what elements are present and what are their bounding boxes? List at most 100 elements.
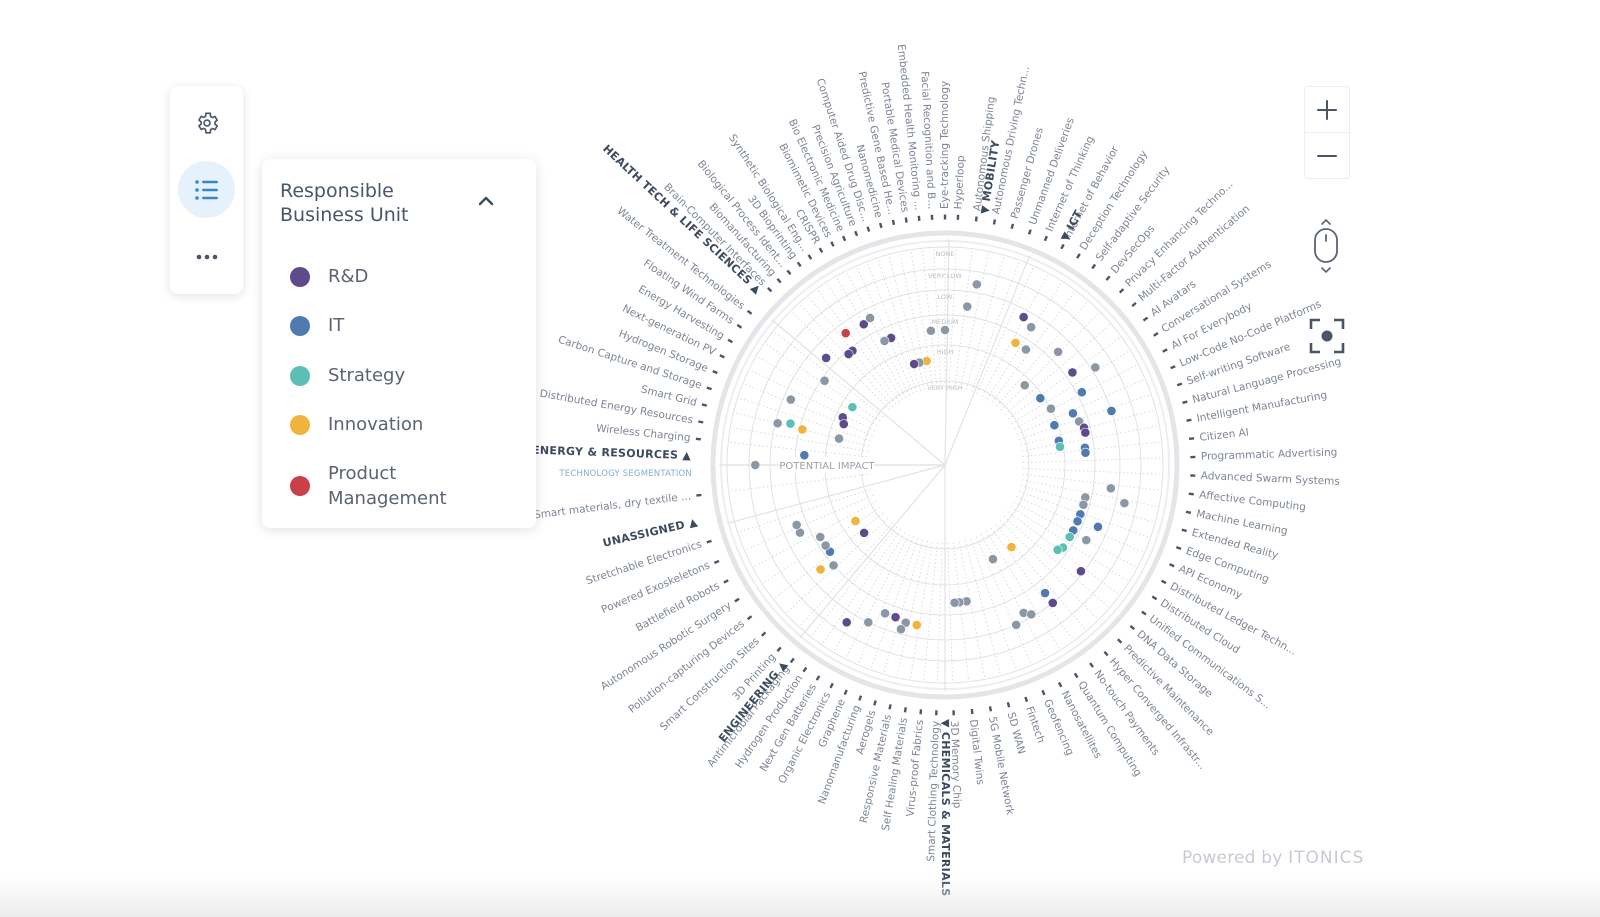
technology-point[interactable] [847,402,858,413]
technology-point[interactable] [821,353,831,363]
technology-point[interactable] [850,516,861,526]
technology-tick [1129,624,1136,631]
technology-point[interactable] [890,612,901,623]
technology-spoke [856,265,914,394]
technology-tick [1188,437,1195,441]
technology-tick [727,338,733,344]
technology-point[interactable] [1018,312,1029,323]
zoom-in-button[interactable] [1305,87,1349,132]
technology-spoke [845,270,910,396]
toolbar [170,86,243,294]
technology-point[interactable] [1049,420,1060,431]
technology-point[interactable] [1020,344,1031,355]
technology-point[interactable] [797,424,808,435]
technology-point[interactable] [1080,427,1091,438]
technology-point[interactable] [1093,521,1103,532]
technology-point[interactable] [843,349,854,359]
technology-point[interactable] [1046,403,1056,414]
technology-point[interactable] [1006,542,1017,552]
technology-point[interactable] [750,460,761,470]
technology-tick [974,216,978,222]
technology-point[interactable] [962,301,973,312]
technology-point[interactable] [772,418,783,429]
technology-point[interactable] [819,375,830,386]
technology-tick [1182,400,1188,405]
technology-point[interactable] [1080,447,1091,458]
technology-point[interactable] [1068,408,1078,419]
legend-swatch [290,266,310,287]
technology-point[interactable] [1067,367,1078,378]
technology-point[interactable] [880,608,890,619]
technology-point[interactable] [1064,532,1075,542]
technology-point[interactable] [1040,588,1050,598]
technology-tick [802,666,808,673]
technology-point[interactable] [896,624,906,635]
technology-point[interactable] [1026,609,1037,620]
technology-tick [1091,263,1097,270]
technology-point[interactable] [815,564,826,575]
technology-point[interactable] [828,560,839,571]
technology-tick [891,219,896,226]
technology-point[interactable] [1047,598,1058,608]
technology-point[interactable] [1076,566,1086,577]
settings-button[interactable] [178,94,235,151]
technology-point[interactable] [879,336,890,346]
zoom-out-button[interactable] [1305,132,1349,178]
recenter-button[interactable] [1309,318,1345,359]
more-button[interactable] [178,228,235,285]
technology-point[interactable] [791,520,802,530]
legend-item[interactable]: R&D [290,264,478,289]
technology-point[interactable] [1053,346,1064,357]
technology-tick [1024,696,1029,703]
technology-point[interactable] [1019,380,1030,391]
legend-item[interactable]: IT [290,313,478,338]
technology-point[interactable] [940,325,950,335]
technology-point[interactable] [1055,441,1065,452]
technology-label: Affective Computing [1199,489,1307,513]
technology-point[interactable] [988,554,998,564]
technology-point[interactable] [815,532,826,542]
technology-tick [736,323,743,329]
technology-tick [866,226,871,232]
technology-point[interactable] [925,325,936,336]
technology-tick [858,695,863,701]
technology-tick [706,539,712,544]
legend-button[interactable] [178,161,235,218]
technology-tick [1169,563,1175,568]
technology-point[interactable] [1090,362,1101,373]
legend-item[interactable]: Innovation [290,412,478,437]
technology-point[interactable] [949,597,960,608]
technology-point[interactable] [1010,337,1021,348]
technology-tick [1162,348,1168,353]
technology-point[interactable] [911,620,922,630]
technology-point[interactable] [820,540,831,551]
technology-point[interactable] [1105,483,1116,494]
legend-item[interactable]: Strategy [290,363,478,388]
technology-point[interactable] [1026,322,1037,333]
technology-point[interactable] [971,279,982,290]
technology-point[interactable] [865,313,875,323]
technology-tick [786,269,792,275]
technology-point[interactable] [863,617,874,628]
collapse-legend-button[interactable] [476,193,496,209]
legend-item[interactable]: Product Management [290,461,478,511]
technology-point[interactable] [1072,516,1083,527]
technology-point[interactable] [909,359,920,369]
technology-tick [873,700,877,706]
technology-point[interactable] [785,394,796,405]
technology-point[interactable] [859,527,870,538]
technology-point[interactable] [1119,498,1130,509]
technology-point[interactable] [1011,619,1022,630]
technology-point[interactable] [799,450,810,461]
technology-point[interactable] [1076,387,1087,398]
technology-point[interactable] [1081,535,1092,546]
technology-point[interactable] [841,617,852,628]
technology-point[interactable] [840,328,851,339]
technology-point[interactable] [834,433,844,444]
technology-point[interactable] [1106,406,1117,416]
technology-point[interactable] [1052,544,1063,555]
technology-point[interactable] [1035,393,1046,404]
technology-point[interactable] [1078,499,1089,510]
technology-point[interactable] [785,418,796,429]
technology-point[interactable] [838,419,849,429]
